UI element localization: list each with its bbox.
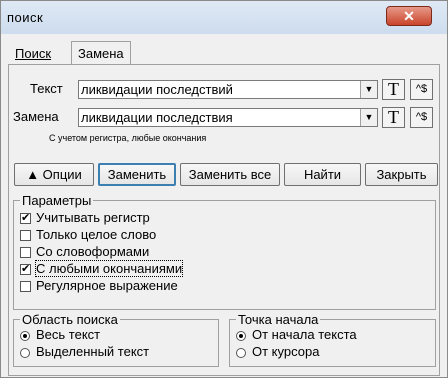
- search-text-value: ликвидации последствий: [81, 82, 233, 97]
- options-button[interactable]: ▲ Опции: [14, 163, 94, 186]
- search-options-hint: С учетом регистра, любые окончания: [49, 133, 207, 143]
- checkbox-match-case[interactable]: ✔: [20, 213, 31, 224]
- special-chars-icon: ^$: [415, 83, 428, 95]
- replace-tab-panel: Текст ликвидации последствий ▼ T ^$ Заме…: [8, 64, 440, 376]
- parameters-legend: Параметры: [20, 193, 94, 208]
- from-start-label[interactable]: От начала текста: [252, 327, 357, 342]
- search-replace-dialog: поиск ✕ Поиск Замена Текст ликвидации по…: [0, 0, 448, 378]
- whole-text-label[interactable]: Весь текст: [36, 327, 100, 342]
- checkmark-icon: ✔: [21, 212, 31, 224]
- radio-selected-text[interactable]: [20, 348, 30, 358]
- from-cursor-label[interactable]: От курсора: [252, 344, 319, 359]
- tab-replace-label: Замена: [78, 46, 124, 61]
- search-scope-group: Область поиска Весь текст Выделенный тек…: [13, 312, 219, 367]
- any-endings-label[interactable]: С любыми окончаниями: [34, 260, 184, 277]
- parameters-group: Параметры ✔ Учитывать регистр Только цел…: [13, 193, 436, 310]
- checkmark-icon: ✔: [21, 263, 31, 275]
- replace-button[interactable]: Заменить: [98, 163, 176, 186]
- special-chars-icon: ^$: [415, 111, 428, 123]
- whole-word-label[interactable]: Только целое слово: [36, 227, 156, 242]
- radio-from-cursor[interactable]: [236, 348, 246, 358]
- window-title: поиск: [7, 10, 44, 25]
- regex-label[interactable]: Регулярное выражение: [36, 278, 178, 293]
- replace-label: Замена: [13, 109, 59, 124]
- search-text-combobox[interactable]: ликвидации последствий ▼: [78, 80, 378, 99]
- replace-text-value: ликвидации последствия: [81, 110, 233, 125]
- dropdown-arrow-icon[interactable]: ▼: [360, 109, 377, 126]
- checkbox-regex[interactable]: [20, 281, 31, 292]
- tab-replace[interactable]: Замена: [71, 41, 131, 65]
- radio-from-start[interactable]: [236, 331, 246, 341]
- word-forms-label[interactable]: Со словоформами: [36, 244, 149, 259]
- search-scope-legend: Область поиска: [20, 312, 120, 327]
- checkbox-any-endings[interactable]: ✔: [20, 264, 31, 275]
- start-point-legend: Точка начала: [236, 312, 321, 327]
- special-chars-button[interactable]: ^$: [410, 79, 433, 100]
- checkbox-word-forms[interactable]: [20, 247, 31, 258]
- radio-whole-text[interactable]: [20, 331, 30, 341]
- replace-text-combobox[interactable]: ликвидации последствия ▼: [78, 108, 378, 127]
- find-button[interactable]: Найти: [284, 163, 361, 186]
- close-button[interactable]: Закрыть: [365, 163, 438, 186]
- tab-search-label: Поиск: [15, 46, 52, 61]
- start-point-group: Точка начала От начала текста От курсора: [229, 312, 436, 367]
- checkbox-whole-word[interactable]: [20, 230, 31, 241]
- close-window-button[interactable]: ✕: [386, 6, 432, 26]
- t-format-icon: T: [388, 107, 399, 127]
- selected-text-label[interactable]: Выделенный текст: [36, 344, 149, 359]
- text-format-button[interactable]: T: [382, 79, 405, 100]
- dialog-client-area: Поиск Замена Текст ликвидации последстви…: [8, 36, 440, 376]
- replace-format-button[interactable]: T: [382, 107, 405, 128]
- text-label: Текст: [30, 81, 63, 96]
- replace-special-chars-button[interactable]: ^$: [410, 107, 433, 128]
- close-icon: ✕: [403, 7, 415, 24]
- replace-all-button[interactable]: Заменить все: [180, 163, 280, 186]
- match-case-label[interactable]: Учитывать регистр: [36, 210, 150, 225]
- t-format-icon: T: [388, 79, 399, 99]
- title-bar[interactable]: поиск ✕: [1, 1, 447, 34]
- dropdown-arrow-icon[interactable]: ▼: [360, 81, 377, 98]
- tab-search[interactable]: Поиск: [11, 44, 55, 64]
